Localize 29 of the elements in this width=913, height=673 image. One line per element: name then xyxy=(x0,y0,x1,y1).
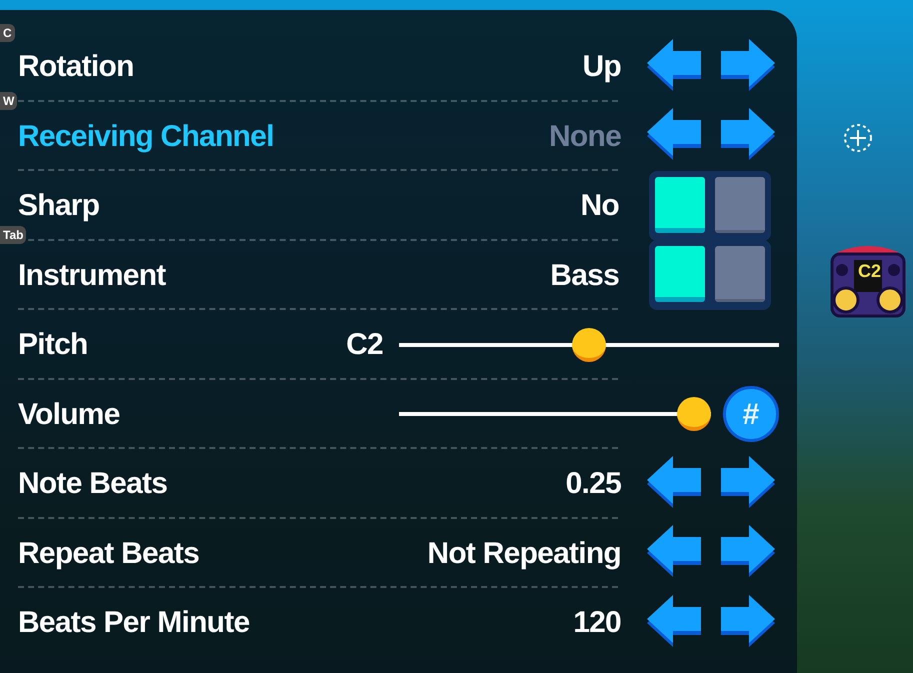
setting-label: Volume xyxy=(18,396,120,433)
setting-label: Receiving Channel xyxy=(18,118,274,155)
toggle-option[interactable] xyxy=(655,176,705,233)
crosshair-icon xyxy=(842,122,874,154)
setting-value: None xyxy=(549,118,621,155)
key-hint: Tab xyxy=(0,226,26,244)
setting-label: Note Beats xyxy=(18,466,168,502)
setting-label: Repeat Beats xyxy=(18,536,200,572)
setting-label: Rotation xyxy=(18,49,134,86)
setting-value: Not Repeating xyxy=(427,536,621,572)
setting-value: C2 xyxy=(346,327,383,364)
toggle-option[interactable] xyxy=(715,176,765,233)
boombox-label: C2 xyxy=(858,260,878,283)
key-hint: W xyxy=(0,92,18,110)
setting-value: Up xyxy=(582,49,621,86)
toggle-option[interactable] xyxy=(655,246,705,302)
hash-button[interactable]: # xyxy=(723,386,779,442)
setting-label: Beats Per Minute xyxy=(18,605,250,642)
slider-thumb[interactable] xyxy=(677,397,711,432)
toggle-option[interactable] xyxy=(715,246,765,302)
key-hint: C xyxy=(0,24,15,42)
setting-label: Pitch xyxy=(18,327,88,364)
setting-value: 120 xyxy=(573,605,621,642)
setting-value: No xyxy=(580,188,619,224)
setting-label: Instrument xyxy=(18,258,166,294)
slider-thumb[interactable] xyxy=(572,328,606,362)
setting-value: Bass xyxy=(550,258,619,294)
setting-value: 0.25 xyxy=(566,466,621,502)
setting-label: Sharp xyxy=(18,188,100,224)
